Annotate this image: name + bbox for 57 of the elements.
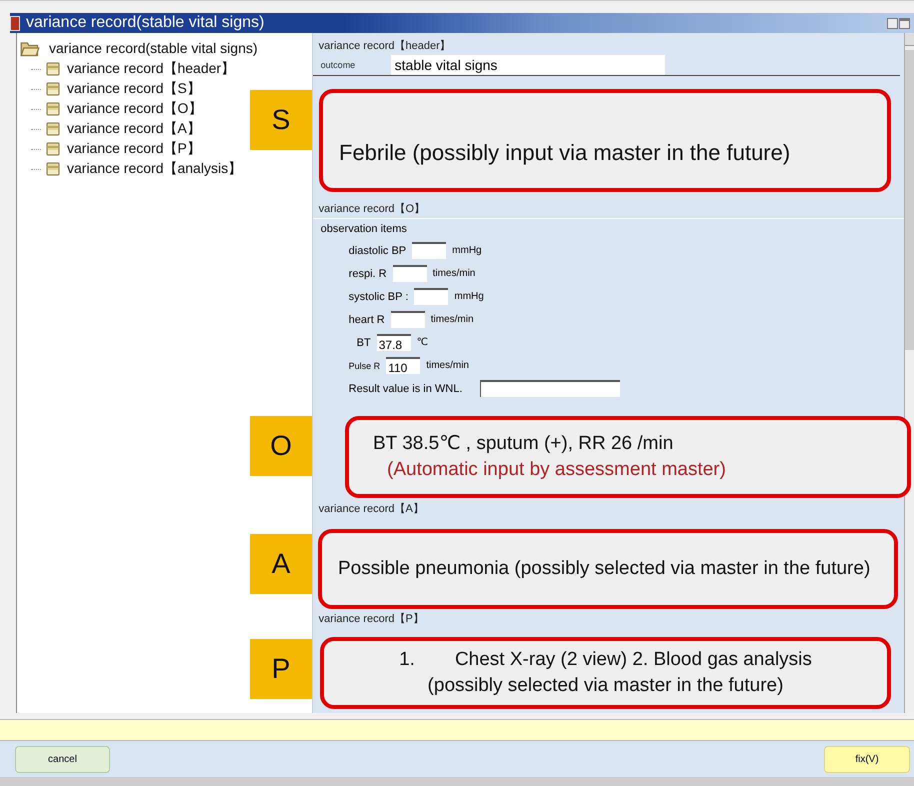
tree-item[interactable]: variance record【P】 bbox=[67, 140, 201, 158]
field-label: BT bbox=[356, 336, 371, 348]
tree-item[interactable]: variance record【analysis】 bbox=[67, 160, 242, 178]
unit-label: mmHg bbox=[452, 245, 482, 256]
unit-label: mmHg bbox=[454, 291, 484, 302]
unit-label: times/min bbox=[426, 360, 469, 371]
callout-text: (possibly selected via master in the future) bbox=[428, 674, 784, 698]
field-label: diastolic BP bbox=[348, 244, 406, 256]
input-field[interactable] bbox=[390, 311, 425, 328]
input-field[interactable]: 110 bbox=[386, 357, 420, 374]
field-label: Pulse R bbox=[348, 360, 380, 370]
book-icon bbox=[45, 101, 61, 117]
field-label: systolic BP : bbox=[348, 290, 408, 302]
field-label: Result value is in WNL. bbox=[348, 382, 462, 394]
fix-button[interactable]: fix(V) bbox=[824, 746, 910, 773]
section-header: variance record【P】 bbox=[318, 612, 425, 627]
callout-text: (Automatic input by assessment master) bbox=[386, 458, 727, 482]
unit-label: ℃ bbox=[416, 337, 428, 348]
section-header: variance record【header】 bbox=[318, 38, 452, 54]
callout-text: BT 38.5℃ , sputum (+), RR 26 /min bbox=[373, 432, 674, 456]
tree-item[interactable]: variance record【O】 bbox=[67, 100, 202, 118]
callout-text: Febrile (possibly input via master in the future) bbox=[339, 140, 792, 166]
outcome-field[interactable]: stable vital signs bbox=[390, 55, 665, 75]
cancel-button[interactable]: cancel bbox=[15, 746, 110, 773]
app-icon bbox=[10, 16, 20, 30]
tree-item[interactable]: variance record【header】 bbox=[67, 60, 236, 78]
section-header: variance record【O】 bbox=[312, 200, 904, 219]
section-letter: O bbox=[250, 416, 312, 476]
section-letter: P bbox=[250, 639, 312, 699]
section-header: variance record【A】 bbox=[318, 502, 425, 517]
unit-label: times/min bbox=[430, 314, 474, 325]
list-number: 1. bbox=[399, 648, 415, 672]
field-label: respi. R bbox=[348, 268, 387, 280]
tree-item[interactable]: variance record【S】 bbox=[67, 80, 201, 98]
book-icon bbox=[45, 161, 61, 177]
field-label: heart R bbox=[348, 314, 385, 326]
minimize-icon[interactable] bbox=[887, 18, 898, 28]
input-field[interactable] bbox=[414, 288, 448, 305]
field-label: outcome bbox=[320, 60, 356, 70]
section-subheader: observation items bbox=[320, 222, 408, 237]
callout-text: Chest X-ray (2 view) 2. Blood gas analysis bbox=[454, 648, 812, 672]
section-letter: A bbox=[250, 534, 312, 594]
input-field[interactable] bbox=[412, 242, 446, 259]
callout-text: Possible pneumonia (possibly selected via master in the future) bbox=[338, 557, 872, 581]
book-icon bbox=[45, 81, 61, 97]
unit-label: times/min bbox=[432, 268, 476, 279]
input-field[interactable] bbox=[392, 265, 427, 282]
window-title: variance record(stable vital signs) bbox=[26, 13, 264, 33]
book-icon bbox=[45, 121, 61, 137]
maximize-icon[interactable] bbox=[899, 18, 910, 28]
tree-item[interactable]: variance record(stable vital signs) bbox=[49, 40, 258, 56]
section-letter: S bbox=[250, 90, 312, 150]
input-field[interactable] bbox=[480, 380, 620, 397]
book-icon bbox=[45, 141, 61, 157]
tree-item[interactable]: variance record【A】 bbox=[67, 120, 201, 138]
book-icon bbox=[45, 61, 61, 77]
input-field[interactable]: 37.8 bbox=[376, 334, 411, 351]
